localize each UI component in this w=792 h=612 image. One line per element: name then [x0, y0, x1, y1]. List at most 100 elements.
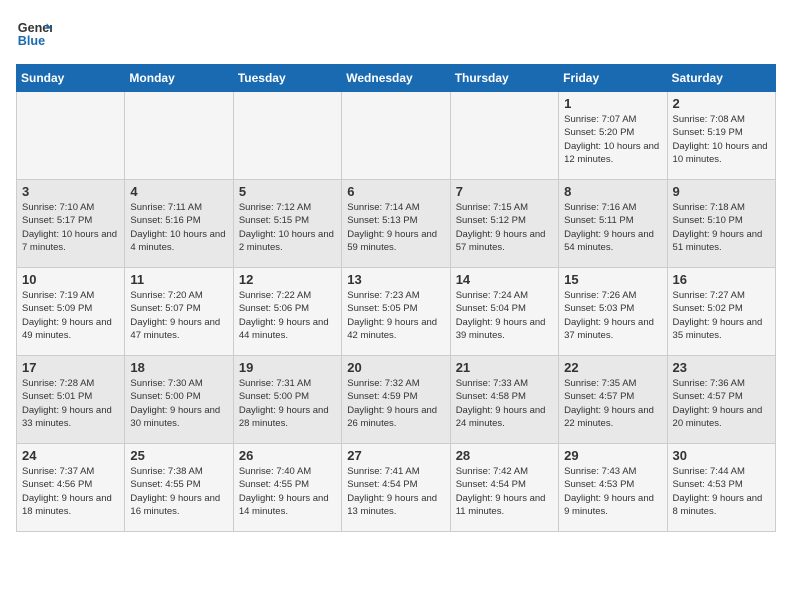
day-header-friday: Friday: [559, 65, 667, 92]
day-number: 23: [673, 360, 770, 375]
day-number: 26: [239, 448, 336, 463]
calendar-cell: 11 Sunrise: 7:20 AM Sunset: 5:07 PM Dayli…: [125, 268, 233, 356]
calendar-cell: 18 Sunrise: 7:30 AM Sunset: 5:00 PM Dayli…: [125, 356, 233, 444]
calendar-cell: 17 Sunrise: 7:28 AM Sunset: 5:01 PM Dayli…: [17, 356, 125, 444]
day-number: 30: [673, 448, 770, 463]
day-info: Sunrise: 7:35 AM Sunset: 4:57 PM Dayligh…: [564, 377, 661, 430]
day-info: Sunrise: 7:27 AM Sunset: 5:02 PM Dayligh…: [673, 289, 770, 342]
day-number: 3: [22, 184, 119, 199]
day-number: 22: [564, 360, 661, 375]
calendar-cell: 26Sunrise: 7:40 AM Sunset: 4:55 PM Dayli…: [233, 444, 341, 532]
calendar-cell: 4Sunrise: 7:11 AM Sunset: 5:16 PM Daylig…: [125, 180, 233, 268]
day-info: Sunrise: 7:24 AM Sunset: 5:04 PM Dayligh…: [456, 289, 553, 342]
calendar-cell: [233, 92, 341, 180]
day-number: 6: [347, 184, 444, 199]
week-row-1: 1 Sunrise: 7:07 AM Sunset: 5:20 PM Daylig…: [17, 92, 776, 180]
day-number: 7: [456, 184, 553, 199]
calendar-cell: 25 Sunrise: 7:38 AM Sunset: 4:55 PM Dayli…: [125, 444, 233, 532]
day-number: 1: [564, 96, 661, 111]
day-info: Sunrise: 7:33 AM Sunset: 4:58 PM Dayligh…: [456, 377, 553, 430]
calendar-cell: 5 Sunrise: 7:12 AM Sunset: 5:15 PM Daylig…: [233, 180, 341, 268]
day-number: 11: [130, 272, 227, 287]
calendar-cell: [342, 92, 450, 180]
calendar-cell: [125, 92, 233, 180]
day-info: Sunrise: 7:22 AM Sunset: 5:06 PM Dayligh…: [239, 289, 336, 342]
day-number: 29: [564, 448, 661, 463]
day-info: Sunrise: 7:18 AM Sunset: 5:10 PM Dayligh…: [673, 201, 770, 254]
calendar-table: SundayMondayTuesdayWednesdayThursdayFrid…: [16, 64, 776, 532]
week-row-4: 17 Sunrise: 7:28 AM Sunset: 5:01 PM Dayli…: [17, 356, 776, 444]
day-info: Sunrise: 7:42 AM Sunset: 4:54 PM Dayligh…: [456, 465, 553, 518]
calendar-cell: 19 Sunrise: 7:31 AM Sunset: 5:00 PM Dayli…: [233, 356, 341, 444]
day-info: Sunrise: 7:38 AM Sunset: 4:55 PM Dayligh…: [130, 465, 227, 518]
calendar-cell: 12 Sunrise: 7:22 AM Sunset: 5:06 PM Dayli…: [233, 268, 341, 356]
day-info: Sunrise: 7:16 AM Sunset: 5:11 PM Dayligh…: [564, 201, 661, 254]
day-number: 16: [673, 272, 770, 287]
day-info: Sunrise: 7:14 AM Sunset: 5:13 PM Dayligh…: [347, 201, 444, 254]
week-row-2: 3 Sunrise: 7:10 AM Sunset: 5:17 PM Daylig…: [17, 180, 776, 268]
logo-icon: General Blue: [16, 16, 52, 52]
day-info: Sunrise: 7:19 AM Sunset: 5:09 PM Dayligh…: [22, 289, 119, 342]
day-header-monday: Monday: [125, 65, 233, 92]
calendar-cell: 7 Sunrise: 7:15 AM Sunset: 5:12 PM Daylig…: [450, 180, 558, 268]
calendar-cell: 21 Sunrise: 7:33 AM Sunset: 4:58 PM Dayli…: [450, 356, 558, 444]
day-info: Sunrise: 7:32 AM Sunset: 4:59 PM Dayligh…: [347, 377, 444, 430]
svg-text:Blue: Blue: [18, 34, 45, 48]
calendar-cell: 3 Sunrise: 7:10 AM Sunset: 5:17 PM Daylig…: [17, 180, 125, 268]
calendar-cell: 23Sunrise: 7:36 AM Sunset: 4:57 PM Dayli…: [667, 356, 775, 444]
day-header-sunday: Sunday: [17, 65, 125, 92]
day-header-saturday: Saturday: [667, 65, 775, 92]
day-number: 21: [456, 360, 553, 375]
day-number: 5: [239, 184, 336, 199]
calendar-cell: 8Sunrise: 7:16 AM Sunset: 5:11 PM Daylig…: [559, 180, 667, 268]
day-info: Sunrise: 7:37 AM Sunset: 4:56 PM Dayligh…: [22, 465, 119, 518]
day-info: Sunrise: 7:20 AM Sunset: 5:07 PM Dayligh…: [130, 289, 227, 342]
day-info: Sunrise: 7:11 AM Sunset: 5:16 PM Dayligh…: [130, 201, 227, 254]
day-number: 19: [239, 360, 336, 375]
day-number: 14: [456, 272, 553, 287]
week-row-3: 10 Sunrise: 7:19 AM Sunset: 5:09 PM Dayli…: [17, 268, 776, 356]
calendar-cell: 2 Sunrise: 7:08 AM Sunset: 5:19 PM Daylig…: [667, 92, 775, 180]
day-info: Sunrise: 7:30 AM Sunset: 5:00 PM Dayligh…: [130, 377, 227, 430]
calendar-cell: [450, 92, 558, 180]
page-header: General Blue: [16, 16, 776, 52]
day-info: Sunrise: 7:12 AM Sunset: 5:15 PM Dayligh…: [239, 201, 336, 254]
day-header-wednesday: Wednesday: [342, 65, 450, 92]
day-number: 13: [347, 272, 444, 287]
day-number: 17: [22, 360, 119, 375]
day-number: 15: [564, 272, 661, 287]
week-row-5: 24 Sunrise: 7:37 AM Sunset: 4:56 PM Dayli…: [17, 444, 776, 532]
calendar-cell: 27 Sunrise: 7:41 AM Sunset: 4:54 PM Dayli…: [342, 444, 450, 532]
day-number: 10: [22, 272, 119, 287]
header-row: SundayMondayTuesdayWednesdayThursdayFrid…: [17, 65, 776, 92]
logo: General Blue: [16, 16, 52, 52]
calendar-cell: 13Sunrise: 7:23 AM Sunset: 5:05 PM Dayli…: [342, 268, 450, 356]
calendar-cell: [17, 92, 125, 180]
calendar-cell: 14 Sunrise: 7:24 AM Sunset: 5:04 PM Dayli…: [450, 268, 558, 356]
day-info: Sunrise: 7:15 AM Sunset: 5:12 PM Dayligh…: [456, 201, 553, 254]
day-number: 25: [130, 448, 227, 463]
day-number: 27: [347, 448, 444, 463]
calendar-cell: 10 Sunrise: 7:19 AM Sunset: 5:09 PM Dayli…: [17, 268, 125, 356]
day-number: 9: [673, 184, 770, 199]
calendar-cell: 15 Sunrise: 7:26 AM Sunset: 5:03 PM Dayli…: [559, 268, 667, 356]
day-info: Sunrise: 7:08 AM Sunset: 5:19 PM Dayligh…: [673, 113, 770, 166]
day-info: Sunrise: 7:43 AM Sunset: 4:53 PM Dayligh…: [564, 465, 661, 518]
day-number: 18: [130, 360, 227, 375]
calendar-cell: 29 Sunrise: 7:43 AM Sunset: 4:53 PM Dayli…: [559, 444, 667, 532]
day-info: Sunrise: 7:41 AM Sunset: 4:54 PM Dayligh…: [347, 465, 444, 518]
calendar-cell: 30Sunrise: 7:44 AM Sunset: 4:53 PM Dayli…: [667, 444, 775, 532]
day-info: Sunrise: 7:26 AM Sunset: 5:03 PM Dayligh…: [564, 289, 661, 342]
calendar-cell: 6 Sunrise: 7:14 AM Sunset: 5:13 PM Daylig…: [342, 180, 450, 268]
day-info: Sunrise: 7:10 AM Sunset: 5:17 PM Dayligh…: [22, 201, 119, 254]
day-info: Sunrise: 7:28 AM Sunset: 5:01 PM Dayligh…: [22, 377, 119, 430]
day-number: 12: [239, 272, 336, 287]
calendar-cell: 28Sunrise: 7:42 AM Sunset: 4:54 PM Dayli…: [450, 444, 558, 532]
day-info: Sunrise: 7:07 AM Sunset: 5:20 PM Dayligh…: [564, 113, 661, 166]
day-number: 24: [22, 448, 119, 463]
calendar-cell: 9 Sunrise: 7:18 AM Sunset: 5:10 PM Daylig…: [667, 180, 775, 268]
day-header-thursday: Thursday: [450, 65, 558, 92]
day-info: Sunrise: 7:31 AM Sunset: 5:00 PM Dayligh…: [239, 377, 336, 430]
day-number: 2: [673, 96, 770, 111]
calendar-cell: 24 Sunrise: 7:37 AM Sunset: 4:56 PM Dayli…: [17, 444, 125, 532]
